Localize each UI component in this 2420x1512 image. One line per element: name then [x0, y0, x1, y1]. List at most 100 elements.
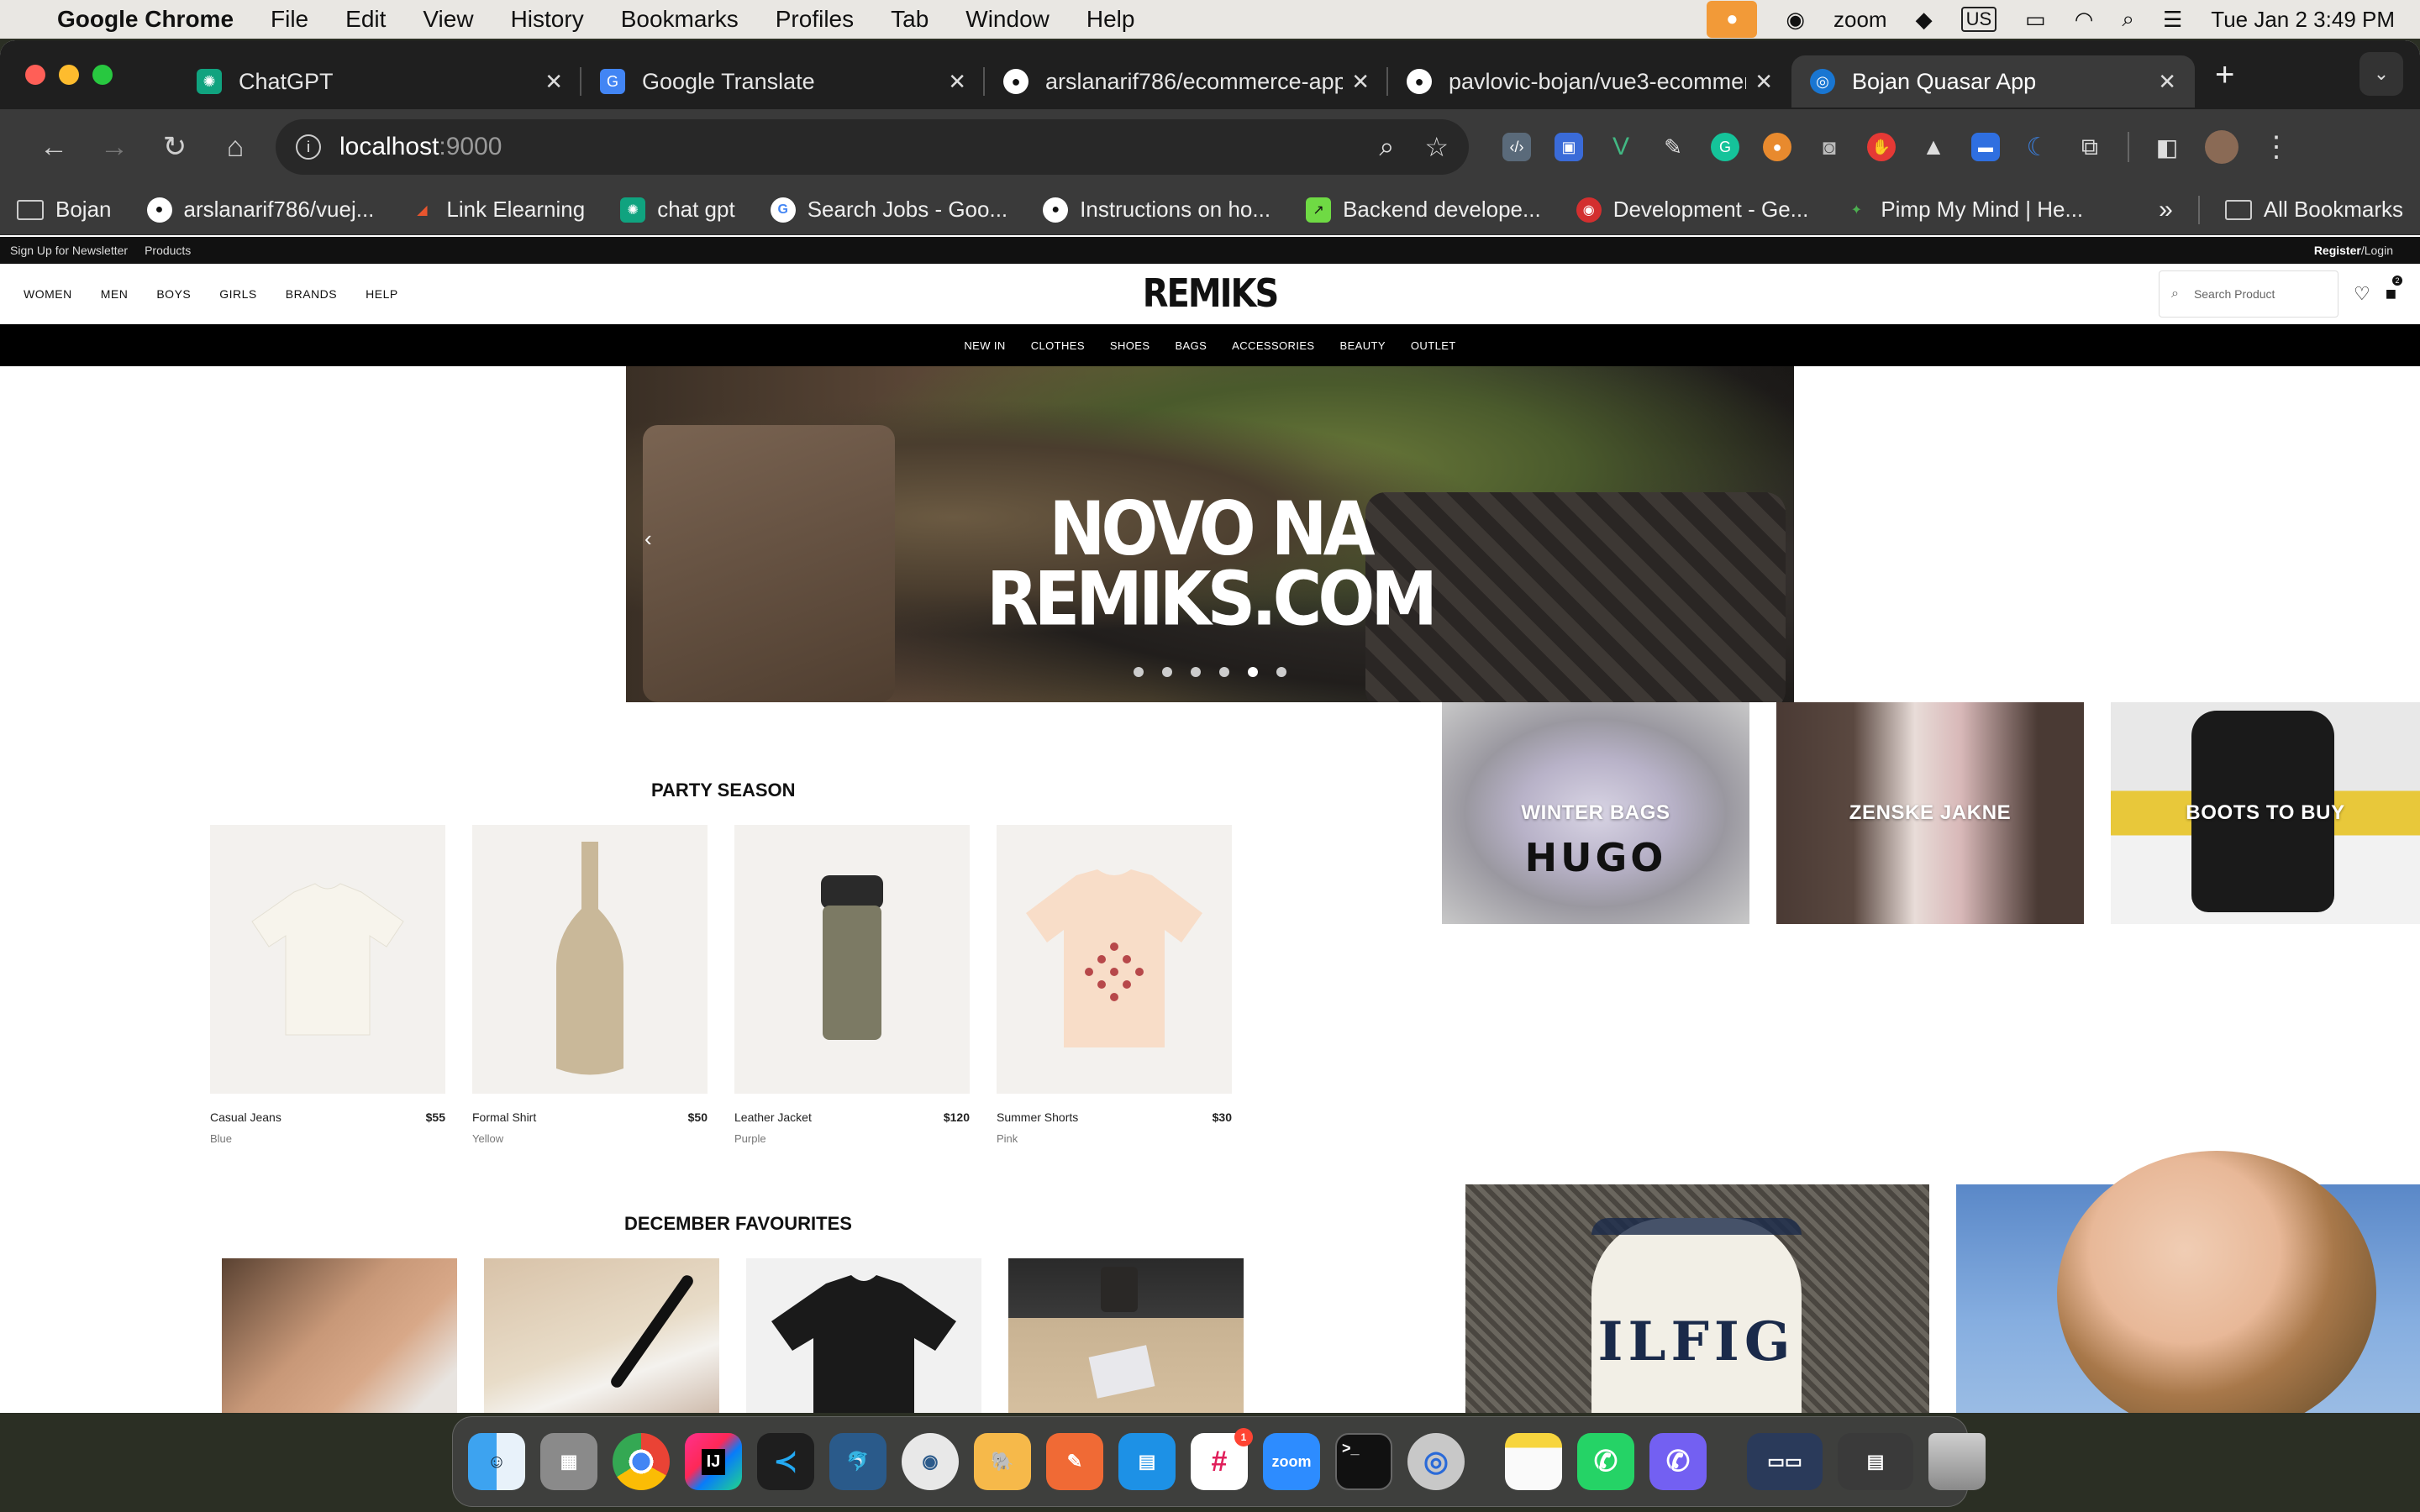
- terminal-icon[interactable]: >_: [1335, 1433, 1392, 1490]
- nav-men[interactable]: MEN: [101, 287, 129, 301]
- close-tab-icon[interactable]: ✕: [2158, 69, 2176, 95]
- nav-girls[interactable]: GIRLS: [219, 287, 257, 301]
- vscode-icon[interactable]: ≺: [757, 1433, 814, 1490]
- battery-icon[interactable]: ▭: [2025, 7, 2046, 33]
- sourcetree-icon[interactable]: ◉: [902, 1433, 959, 1490]
- all-bookmarks-button[interactable]: All Bookmarks: [2224, 197, 2403, 223]
- intellij-idea-icon[interactable]: IJ: [685, 1433, 742, 1490]
- promo-zenske-jakne[interactable]: ZENSKE JAKNE: [1776, 702, 2084, 924]
- bookmark-search-jobs[interactable]: G Search Jobs - Goo...: [770, 197, 1007, 223]
- tab-github-ecommerce-app[interactable]: ● arslanarif786/ecommerce-app ✕: [985, 55, 1388, 108]
- product-card-casual-jeans[interactable]: Casual Jeans $55 Blue: [210, 825, 445, 1145]
- zoom-tray-label[interactable]: zoom: [1833, 7, 1887, 33]
- orange-extension-icon[interactable]: ●: [1763, 133, 1791, 161]
- zoom-window-button[interactable]: [92, 65, 113, 85]
- bookmark-development[interactable]: ◉ Development - Ge...: [1576, 197, 1808, 223]
- product-card-formal-shirt[interactable]: Formal Shirt $50 Yellow: [472, 825, 708, 1145]
- bookmark-instructions[interactable]: ● Instructions on ho...: [1043, 197, 1270, 223]
- new-tab-button[interactable]: +: [2215, 56, 2234, 94]
- menu-bookmarks[interactable]: Bookmarks: [621, 6, 739, 33]
- eyedropper-icon[interactable]: ✎: [1659, 133, 1687, 161]
- nav-brands[interactable]: BRANDS: [286, 287, 337, 301]
- close-tab-icon[interactable]: ✕: [544, 69, 563, 95]
- code-extension-icon[interactable]: ‹/›: [1502, 133, 1531, 161]
- postman-icon[interactable]: ✎: [1046, 1433, 1103, 1490]
- zoom-magnifier-icon[interactable]: ⌕: [1379, 131, 1394, 163]
- blue-extension-icon[interactable]: ▬: [1971, 133, 2000, 161]
- app-tray-icon[interactable]: ◆: [1916, 7, 1933, 33]
- editorial-photo-blazer[interactable]: ILFIG: [1465, 1184, 1929, 1413]
- close-tab-icon[interactable]: ✕: [1754, 69, 1773, 95]
- address-bar[interactable]: i localhost:9000 ⌕ ☆: [276, 119, 1469, 175]
- favourite-tile-notebook[interactable]: [222, 1258, 457, 1413]
- tableplus-icon[interactable]: 🐘: [974, 1433, 1031, 1490]
- chrome-icon[interactable]: [613, 1433, 670, 1490]
- bookmarks-overflow-icon[interactable]: »: [2159, 196, 2173, 224]
- carousel-dot-active[interactable]: [1248, 667, 1258, 677]
- cart-bag-icon[interactable]: ■ 2: [2386, 274, 2403, 305]
- register-link[interactable]: Register: [2314, 244, 2361, 257]
- hero-carousel[interactable]: NOVO NA REMIKS.COM ‹: [626, 366, 1794, 702]
- login-link[interactable]: /Login: [2361, 244, 2393, 257]
- menu-file[interactable]: File: [271, 6, 308, 33]
- quicktime-icon[interactable]: ◎: [1407, 1433, 1465, 1490]
- promo-boots-to-buy[interactable]: BOOTS TO BUY: [2111, 702, 2420, 924]
- nav-boys[interactable]: BOYS: [156, 287, 191, 301]
- home-button[interactable]: ⌂: [205, 131, 266, 164]
- minimized-window-icon[interactable]: ▤: [1838, 1433, 1913, 1490]
- viber-icon[interactable]: ✆: [1649, 1433, 1707, 1490]
- carousel-dot[interactable]: [1191, 667, 1201, 677]
- carousel-dot[interactable]: [1276, 667, 1286, 677]
- microphone-icon[interactable]: ●: [1707, 1, 1758, 38]
- nav-women[interactable]: WOMEN: [24, 287, 72, 301]
- favourite-tile-pen[interactable]: [484, 1258, 719, 1413]
- subnav-new-in[interactable]: NEW IN: [964, 339, 1005, 352]
- mysql-workbench-icon[interactable]: 🐬: [829, 1433, 886, 1490]
- carousel-dot[interactable]: [1162, 667, 1172, 677]
- grammarly-icon[interactable]: G: [1711, 133, 1739, 161]
- products-link[interactable]: Products: [145, 244, 191, 257]
- subnav-accessories[interactable]: ACCESSORIES: [1232, 339, 1314, 352]
- tab-google-translate[interactable]: G Google Translate ✕: [581, 55, 985, 108]
- product-search-input[interactable]: ⌕ Search Product: [2158, 270, 2338, 318]
- notes-icon[interactable]: [1505, 1433, 1562, 1490]
- menu-tab[interactable]: Tab: [891, 6, 929, 33]
- subnav-bags[interactable]: BAGS: [1175, 339, 1207, 352]
- carousel-dot[interactable]: [1219, 667, 1229, 677]
- tab-search-button[interactable]: ⌄: [2360, 52, 2403, 96]
- translate-extension-icon[interactable]: ▣: [1555, 133, 1583, 161]
- subnav-beauty[interactable]: BEAUTY: [1340, 339, 1386, 352]
- launchpad-icon[interactable]: ▦: [540, 1433, 597, 1490]
- menu-edit[interactable]: Edit: [345, 6, 386, 33]
- editorial-photo-smile[interactable]: [1956, 1151, 2420, 1413]
- site-info-icon[interactable]: i: [296, 134, 321, 160]
- bookmark-star-icon[interactable]: ☆: [1424, 131, 1449, 163]
- bookmark-link-elearning[interactable]: ◢ Link Elearning: [409, 197, 585, 223]
- close-tab-icon[interactable]: ✕: [1351, 69, 1370, 95]
- triangle-extension-icon[interactable]: ▲: [1919, 133, 1948, 161]
- slack-icon[interactable]: #1: [1191, 1428, 1253, 1490]
- menu-window[interactable]: Window: [965, 6, 1050, 33]
- minimize-window-button[interactable]: [59, 65, 79, 85]
- carousel-prev-icon[interactable]: ‹: [644, 526, 652, 552]
- promo-winter-bags[interactable]: WINTER BAGS HUGO: [1442, 702, 1749, 924]
- bookmark-arslanarif786[interactable]: ● arslanarif786/vuej...: [146, 197, 374, 223]
- vue-devtools-icon[interactable]: V: [1607, 133, 1635, 161]
- menu-view[interactable]: View: [423, 6, 473, 33]
- favourite-tile-tshirt[interactable]: [746, 1258, 981, 1413]
- bookmark-pimp-my-mind[interactable]: ✦ Pimp My Mind | He...: [1844, 197, 2084, 223]
- back-button[interactable]: ←: [24, 131, 84, 164]
- favourite-tile-desk[interactable]: [1008, 1258, 1244, 1413]
- wifi-icon[interactable]: ◠: [2075, 7, 2094, 33]
- wishlist-heart-icon[interactable]: ♡: [2354, 283, 2370, 305]
- camera-extension-icon[interactable]: ◙: [1815, 133, 1844, 161]
- tab-github-vue3-ecommerce[interactable]: ● pavlovic-bojan/vue3-ecommerce ✕: [1388, 55, 1791, 108]
- profile-avatar[interactable]: [2205, 130, 2238, 164]
- keyboard-layout-indicator[interactable]: US: [1960, 7, 1997, 32]
- site-logo[interactable]: REMIKS: [1143, 271, 1280, 316]
- subnav-clothes[interactable]: CLOTHES: [1031, 339, 1085, 352]
- close-tab-icon[interactable]: ✕: [948, 69, 966, 95]
- whatsapp-icon[interactable]: ✆: [1577, 1433, 1634, 1490]
- menu-profiles[interactable]: Profiles: [776, 6, 854, 33]
- close-window-button[interactable]: [25, 65, 45, 85]
